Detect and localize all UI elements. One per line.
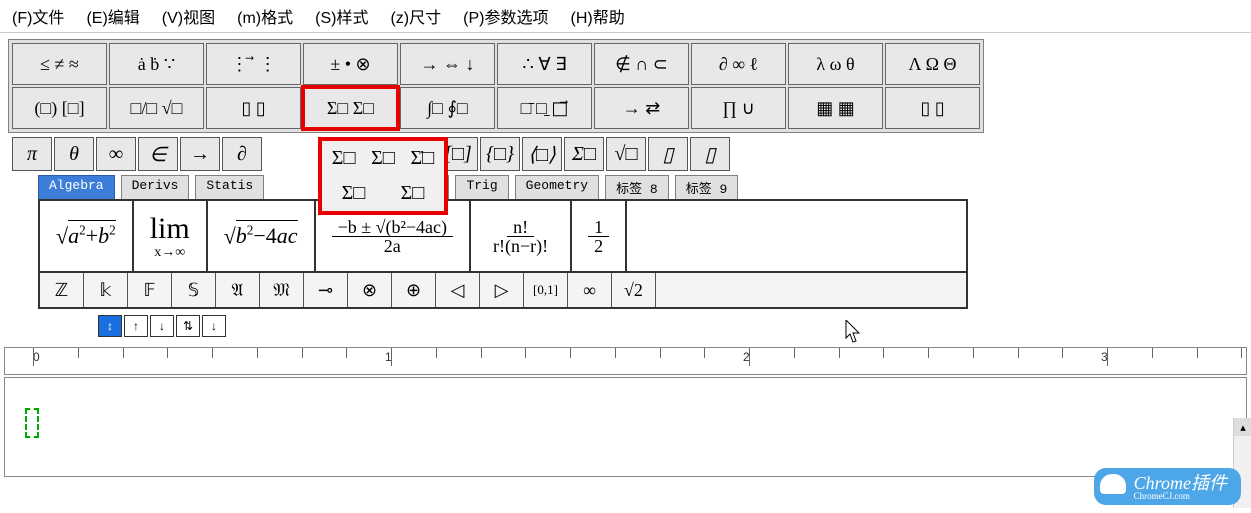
tpl-pythagoras[interactable]: √a2+b2 (40, 201, 134, 271)
palette-accents[interactable]: ȧ ḃ ∵ (109, 43, 204, 85)
palette-labeled-arrows[interactable]: → ⇄ (594, 87, 689, 129)
sym-F[interactable]: 𝔽 (128, 273, 172, 307)
menu-format[interactable]: (m)格式 (237, 4, 293, 28)
tpl-limit[interactable]: lim x→∞ (134, 201, 208, 271)
sym-sqrt[interactable]: √□ (606, 137, 646, 171)
menu-view[interactable]: (V)视图 (162, 4, 215, 28)
sym-box2[interactable]: ▯ (690, 137, 730, 171)
palette-greek-lower[interactable]: λ ω θ (788, 43, 883, 85)
quick-symbols: π θ ∞ ∈ → ∂ (□) [□] {□} ⟨□⟩ Σ□ √□ ▯ ▯ (12, 137, 1243, 171)
menu-size[interactable]: (z)尺寸 (390, 4, 441, 28)
palette-fences[interactable]: (□) [□] (12, 87, 107, 129)
sigma-opt-1[interactable]: Σ□ (328, 145, 360, 172)
tab-trig[interactable]: Trig (455, 175, 508, 199)
tpl-discriminant[interactable]: √b2−4ac (208, 201, 316, 271)
sym-oplus[interactable]: ⊕ (392, 273, 436, 307)
ruler: 0 1 2 3 (4, 347, 1247, 375)
sigma-opt-4[interactable]: Σ□ (338, 180, 370, 207)
menu-help[interactable]: (H)帮助 (570, 4, 624, 28)
sym-rtri[interactable]: ▷ (480, 273, 524, 307)
tpl-half[interactable]: 1 2 (572, 201, 627, 271)
sym-arrow[interactable]: → (180, 137, 220, 171)
sym-sqrt2[interactable]: √2 (612, 273, 656, 307)
sym-lollipop[interactable]: ⊸ (304, 273, 348, 307)
sym-interval[interactable]: [0,1] (524, 273, 568, 307)
menu-edit[interactable]: (E)编辑 (86, 4, 139, 28)
symbol-palette: ≤ ≠ ≈ ȧ ḃ ∵ ⋮ ⃗ ⋮ ± • ⊗ → ⇔ ↓ ∴ ∀ ∃ ∉ ∩ … (8, 39, 984, 133)
align-btn-1[interactable]: ↕ (98, 315, 122, 337)
palette-integrals[interactable]: ∫□ ∮□ (400, 87, 495, 129)
sym-ltri[interactable]: ◁ (436, 273, 480, 307)
sym-k[interactable]: 𝕜 (84, 273, 128, 307)
align-btn-2[interactable]: ↑ (124, 315, 148, 337)
palette-subscripts[interactable]: ▯ ▯ (206, 87, 301, 129)
palette-summation[interactable]: Σ□ Σ□ (303, 87, 398, 129)
tab-8[interactable]: 标签 8 (605, 175, 669, 199)
alignment-toolbar: ↕ ↑ ↓ ⇅ ↓ (98, 315, 1243, 337)
palette-settheory[interactable]: ∉ ∩ ⊂ (594, 43, 689, 85)
sym-angle[interactable]: ⟨□⟩ (522, 137, 562, 171)
watermark-sub: ChromeCJ.com (1134, 492, 1227, 501)
palette-products[interactable]: ∏ ∪ (691, 87, 786, 129)
align-btn-5[interactable]: ↓ (202, 315, 226, 337)
palette-dots[interactable]: ⋮ ⃗ ⋮ (206, 43, 301, 85)
watermark-title: Chrome插件 (1134, 473, 1227, 493)
tab-algebra[interactable]: Algebra (38, 175, 115, 199)
sym-S[interactable]: 𝕊 (172, 273, 216, 307)
watermark-logo: Chrome插件 ChromeCJ.com (1094, 468, 1241, 505)
sym-Z[interactable]: ℤ (40, 273, 84, 307)
menu-bar: (F)文件 (E)编辑 (V)视图 (m)格式 (S)样式 (z)尺寸 (P)参… (0, 0, 1251, 33)
menu-style[interactable]: (S)样式 (315, 4, 368, 28)
tpl-empty (627, 201, 966, 271)
palette-arrows[interactable]: → ⇔ ↓ (400, 43, 495, 85)
sym-pi[interactable]: π (12, 137, 52, 171)
tpl-combination[interactable]: n! r!(n−r)! (471, 201, 572, 271)
template-row: √a2+b2 lim x→∞ √b2−4ac −b ± √(b²−4ac) 2a… (38, 199, 968, 273)
sym-sigma[interactable]: Σ□ (564, 137, 604, 171)
sym-box1[interactable]: ▯ (648, 137, 688, 171)
tab-9[interactable]: 标签 9 (675, 175, 739, 199)
sym-frakA[interactable]: 𝔄 (216, 273, 260, 307)
sigma-opt-2[interactable]: Σ□ (367, 145, 399, 172)
sym-inf2[interactable]: ∞ (568, 273, 612, 307)
summation-popup: Σ□ Σ□ Σ̇□ Σ□ Σ□ (318, 137, 448, 215)
ruler-mark-0: 0 (33, 350, 40, 364)
palette-matrices[interactable]: ▦ ▦ (788, 87, 883, 129)
sym-frakM[interactable]: 𝔐 (260, 273, 304, 307)
menu-file[interactable]: (F)文件 (12, 4, 64, 28)
tab-geometry[interactable]: Geometry (515, 175, 599, 199)
sigma-opt-5[interactable]: Σ□ (397, 180, 429, 207)
palette-calculus[interactable]: ∂ ∞ ℓ (691, 43, 786, 85)
scroll-up-icon[interactable]: ▴ (1234, 418, 1251, 436)
toolbar-area: ≤ ≠ ≈ ȧ ḃ ∵ ⋮ ⃗ ⋮ ± • ⊗ → ⇔ ↓ ∴ ∀ ∃ ∉ ∩ … (0, 33, 1251, 343)
palette-operators[interactable]: ± • ⊗ (303, 43, 398, 85)
palette-overbar[interactable]: □̄ □̱ □⃗ (497, 87, 592, 129)
sym-theta[interactable]: θ (54, 137, 94, 171)
sym-partial[interactable]: ∂ (222, 137, 262, 171)
palette-fractions[interactable]: □/□ √□ (109, 87, 204, 129)
sym-braces[interactable]: {□} (480, 137, 520, 171)
sym-elementof[interactable]: ∈ (138, 137, 178, 171)
template-tabs: Algebra Derivs Statis Sets Trig Geometry… (38, 175, 1243, 199)
palette-boxes[interactable]: ▯ ▯ (885, 87, 980, 129)
insertion-caret (25, 408, 39, 438)
palette-logic[interactable]: ∴ ∀ ∃ (497, 43, 592, 85)
sym-infinity[interactable]: ∞ (96, 137, 136, 171)
tab-statis[interactable]: Statis (195, 175, 264, 199)
palette-greek-upper[interactable]: Λ Ω Θ (885, 43, 980, 85)
menu-prefs[interactable]: (P)参数选项 (463, 4, 548, 28)
tab-derivs[interactable]: Derivs (121, 175, 190, 199)
blackboard-symbols: ℤ 𝕜 𝔽 𝕊 𝔄 𝔐 ⊸ ⊗ ⊕ ◁ ▷ [0,1] ∞ √2 (38, 273, 968, 309)
sigma-opt-3[interactable]: Σ̇□ (406, 145, 438, 172)
equation-editor[interactable] (4, 377, 1247, 477)
palette-relational[interactable]: ≤ ≠ ≈ (12, 43, 107, 85)
sym-otimes[interactable]: ⊗ (348, 273, 392, 307)
align-btn-3[interactable]: ↓ (150, 315, 174, 337)
snail-icon (1100, 474, 1126, 494)
sym-rest (656, 273, 966, 307)
align-btn-4[interactable]: ⇅ (176, 315, 200, 337)
